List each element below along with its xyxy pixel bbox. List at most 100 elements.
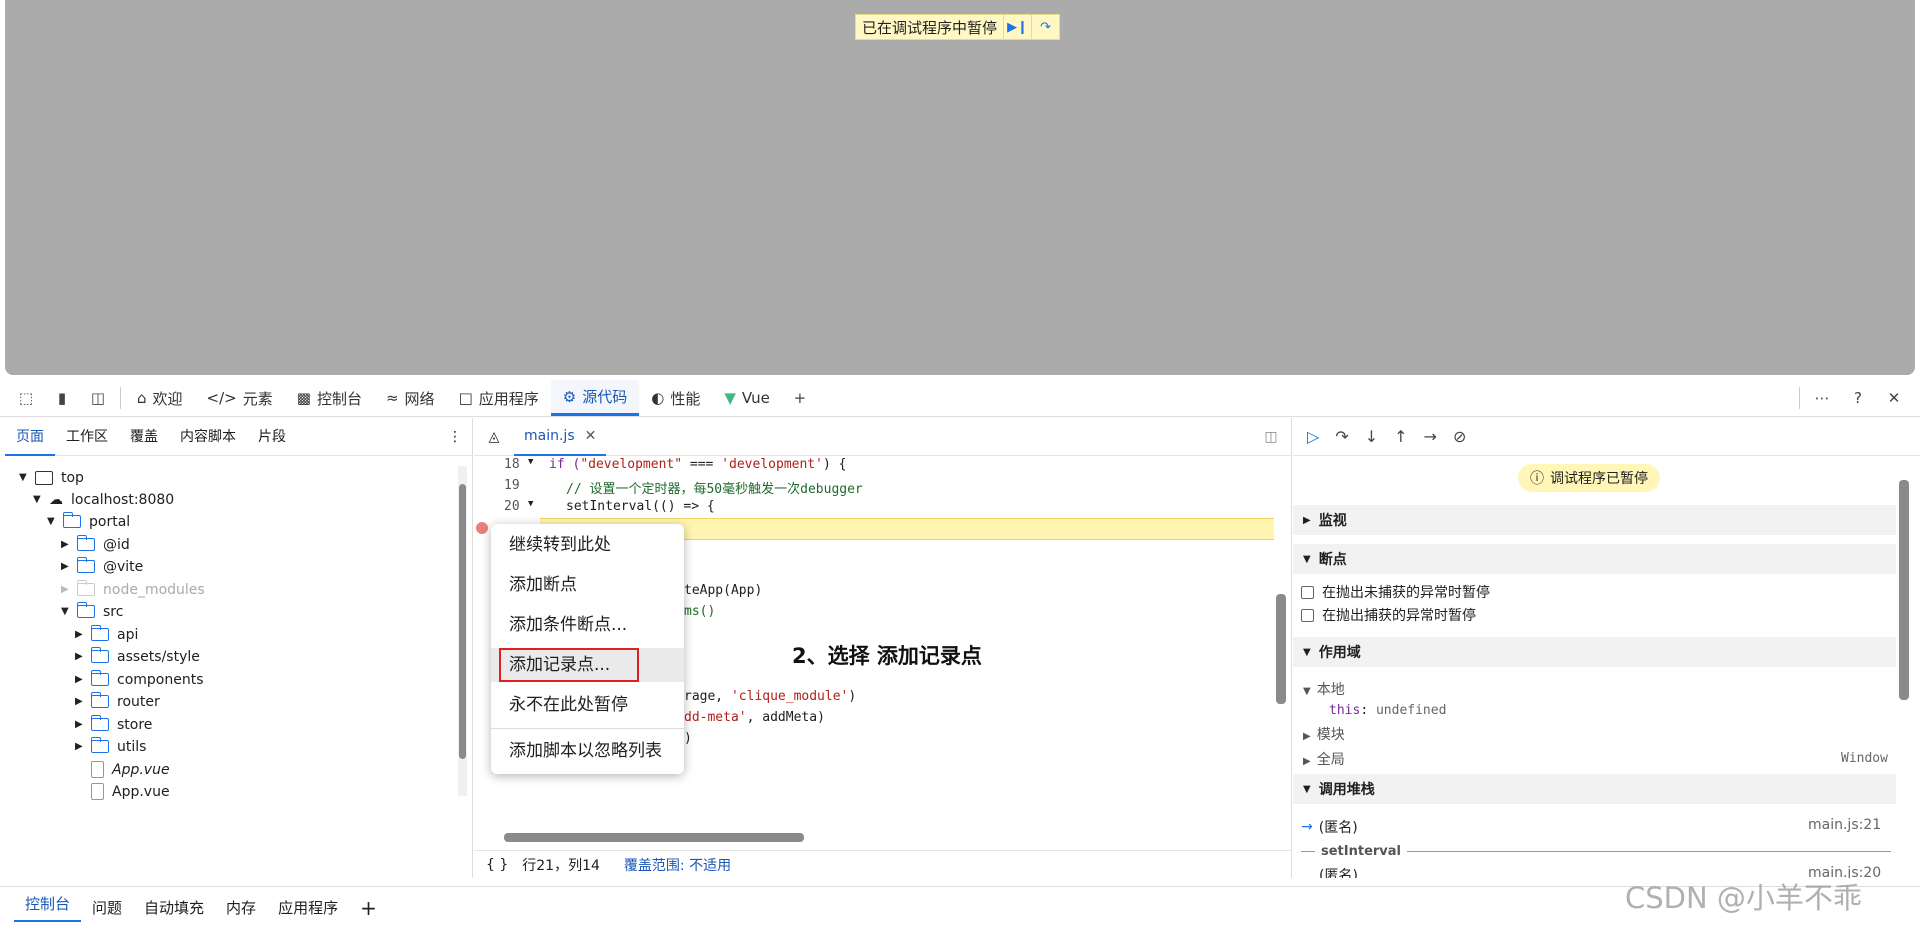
collapse-arrow-icon: ▶	[61, 561, 69, 572]
tab-content-scripts[interactable]: 内容脚本	[169, 418, 247, 456]
call-frame[interactable]: → (匿名)	[1301, 817, 1358, 837]
drawer-tab-autofill[interactable]: 自动填充	[133, 897, 215, 918]
resume-icon[interactable]: ▷	[1307, 427, 1319, 446]
step-into-icon[interactable]: ↓	[1365, 427, 1378, 446]
expand-arrow-icon: ▼	[1303, 686, 1311, 697]
breakpoint-marker[interactable]	[476, 522, 488, 534]
add-tab-icon[interactable]: +	[782, 380, 818, 416]
scrollbar-thumb[interactable]	[459, 484, 466, 759]
scrollbar[interactable]	[458, 466, 467, 796]
more-icon[interactable]: ⋯	[1804, 380, 1840, 416]
tab-elements[interactable]: </> 元素	[195, 380, 285, 416]
highlight-box	[499, 648, 639, 682]
close-tab-icon[interactable]: ✕	[585, 428, 597, 444]
bug-icon: ⚙	[562, 387, 577, 406]
tab-workspace[interactable]: 工作区	[55, 418, 119, 456]
resume-icon[interactable]: ▶❙	[1003, 15, 1031, 39]
folder-icon	[90, 625, 109, 641]
folder-icon	[90, 692, 109, 708]
drawer-tab-console[interactable]: 控制台	[14, 893, 82, 922]
scrollbar-thumb[interactable]	[1276, 594, 1286, 704]
code-tag-icon: </>	[206, 389, 237, 407]
scrollbar-thumb[interactable]	[1899, 480, 1909, 700]
help-icon[interactable]: ?	[1840, 380, 1876, 416]
checkbox-row[interactable]: 在抛出捕获的异常时暂停	[1301, 605, 1476, 625]
menu-item-add-breakpoint[interactable]: 添加断点	[491, 568, 684, 602]
folder-icon	[90, 670, 109, 686]
step-icon[interactable]: →	[1424, 427, 1437, 446]
menu-item-never-pause-here[interactable]: 永不在此处暂停	[491, 688, 684, 722]
gauge-icon: ◐	[651, 389, 665, 407]
inspect-icon[interactable]: ⬚	[8, 380, 44, 416]
fold-arrow-icon[interactable]: ▼	[528, 499, 533, 509]
tab-overrides[interactable]: 覆盖	[119, 418, 169, 456]
step-out-icon[interactable]: ↑	[1394, 427, 1407, 446]
tab-performance[interactable]: ◐ 性能	[639, 380, 712, 416]
paused-banner: 已在调试程序中暂停 ▶❙ ↷	[855, 14, 1061, 40]
menu-item-add-conditional-breakpoint[interactable]: 添加条件断点...	[491, 608, 684, 642]
horizontal-scrollbar[interactable]	[488, 833, 1278, 843]
add-drawer-tab-icon[interactable]: +	[349, 896, 388, 920]
scrollbar-thumb[interactable]	[504, 833, 804, 842]
pretty-print-icon[interactable]: { }	[486, 857, 508, 873]
collapse-arrow-icon: ▶	[61, 539, 69, 550]
coverage-link[interactable]: 覆盖范围: 不适用	[624, 855, 731, 875]
code-line-19: // 设置一个定时器，每50毫秒触发一次debugger	[566, 482, 863, 497]
checkbox[interactable]	[1301, 608, 1314, 622]
drawer-tab-application[interactable]: 应用程序	[267, 897, 349, 918]
tab-snippets[interactable]: 片段	[247, 418, 297, 456]
call-frame[interactable]: (匿名)	[1319, 865, 1358, 878]
vertical-scrollbar[interactable]	[1276, 462, 1286, 822]
toggle-debugger-icon[interactable]: ◫	[1251, 429, 1291, 445]
folder-icon	[76, 580, 95, 596]
close-icon[interactable]: ✕	[1876, 380, 1912, 416]
drawer-tab-issues[interactable]: 问题	[81, 897, 133, 918]
page-viewport: 已在调试程序中暂停 ▶❙ ↷	[5, 0, 1915, 375]
frame-location[interactable]: main.js:21	[1808, 817, 1881, 833]
menu-item-continue-to-here[interactable]: 继续转到此处	[491, 528, 684, 562]
tab-console[interactable]: ▩ 控制台	[285, 380, 374, 416]
tab-welcome[interactable]: ⌂ 欢迎	[125, 380, 195, 416]
scope-global[interactable]: ▶ 全局	[1303, 749, 1345, 769]
tab-sources[interactable]: ⚙ 源代码	[550, 380, 640, 416]
collapse-arrow-icon: ▶	[75, 651, 83, 662]
console-icon: ▩	[296, 389, 311, 407]
tree-item[interactable]: App.vue	[87, 778, 170, 805]
scrollbar[interactable]	[1899, 466, 1909, 874]
scope-variable: this: undefined	[1329, 703, 1447, 718]
tab-application[interactable]: □ 应用程序	[447, 380, 551, 416]
step-over-icon[interactable]: ↷	[1031, 15, 1059, 39]
section-scope[interactable]: ▼ 作用域	[1293, 637, 1896, 667]
collapse-arrow-icon: ▶	[75, 629, 83, 640]
folder-icon	[76, 535, 95, 551]
checkbox[interactable]	[1301, 585, 1314, 599]
line-number: 20	[504, 499, 520, 514]
tab-vue[interactable]: ▼ Vue	[712, 380, 782, 416]
devtools-toolbar: ⬚ ▮ ◫ ⌂ 欢迎 </> 元素 ▩ 控制台 ≈ 网络 □ 应用程序 ⚙ 源代码 ◐ 性能 …	[0, 380, 1920, 417]
code-fragment: )	[684, 731, 692, 746]
step-over-icon[interactable]: ↷	[1335, 427, 1348, 446]
tab-network[interactable]: ≈ 网络	[374, 380, 447, 416]
deactivate-breakpoints-icon[interactable]: ⊘	[1453, 427, 1466, 446]
dock-icon[interactable]: ◫	[80, 380, 116, 416]
file-tab-main-js[interactable]: main.js ✕	[514, 418, 607, 456]
menu-item-add-to-ignore-list[interactable]: 添加脚本以忽略列表	[491, 734, 684, 768]
expand-arrow-icon: ▼	[1303, 553, 1311, 565]
device-emulation-icon[interactable]: ▮	[44, 380, 80, 416]
fold-arrow-icon[interactable]: ▼	[528, 457, 533, 467]
section-call-stack[interactable]: ▼ 调用堆栈	[1293, 774, 1896, 804]
checkbox-row[interactable]: 在抛出未捕获的异常时暂停	[1301, 582, 1490, 602]
more-vertical-icon[interactable]: ⋮	[448, 429, 462, 445]
editor-tabs: ◬ main.js ✕ ◫	[474, 418, 1291, 456]
debugger-pane: ▷ ↷ ↓ ↑ → ⊘ ⓘ 调试程序已暂停 ▶ 监视 ▼ 断点 在抛出未捕获的异常时暂…	[1293, 418, 1920, 878]
section-watch[interactable]: ▶ 监视	[1293, 505, 1896, 535]
toggle-navigator-icon[interactable]: ◬	[474, 429, 514, 445]
async-divider: setInterval	[1301, 843, 1891, 859]
navigator-tabs: 页面 工作区 覆盖 内容脚本 片段 ⋮	[5, 418, 472, 456]
drawer-tab-memory[interactable]: 内存	[215, 897, 267, 918]
scope-module[interactable]: ▶ 模块	[1303, 724, 1345, 744]
section-breakpoints[interactable]: ▼ 断点	[1293, 544, 1896, 574]
scope-local[interactable]: ▼ 本地	[1303, 679, 1345, 699]
tab-page[interactable]: 页面	[5, 418, 55, 456]
current-frame-arrow-icon: →	[1301, 819, 1313, 835]
